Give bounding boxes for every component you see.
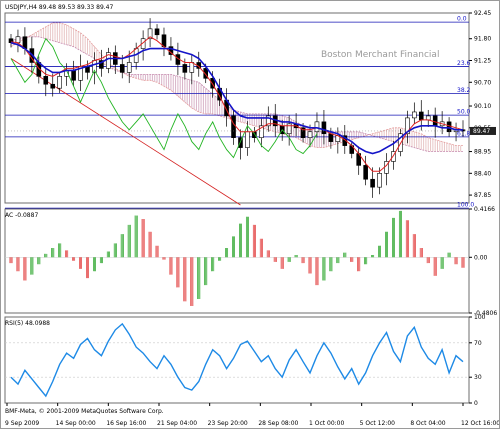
price-y-tick-label: 91.25 <box>474 58 491 65</box>
candle-body <box>314 121 320 133</box>
price-title: USDJPY,H4 89.48 89.53 89.33 89.47 <box>5 4 113 11</box>
x-tick-label: 21 Sep 04:00 <box>157 420 197 427</box>
ac-y-tick-label: 0.00 <box>474 254 488 261</box>
ac-title: AC -0.0887 <box>5 212 38 219</box>
candle-body <box>126 62 132 73</box>
ac-y-tick-label: 0.4166 <box>474 206 495 213</box>
x-tick-label: 5 Oct 12:00 <box>360 420 395 427</box>
x-tick-label: 28 Sep 08:00 <box>258 420 298 427</box>
candle-body <box>432 115 438 127</box>
x-tick-label: 1 Oct 00:00 <box>309 420 344 427</box>
candle-body <box>50 83 56 89</box>
fib-level-label: 61.8 <box>457 130 471 137</box>
price-y-tick-label: 88.40 <box>474 170 491 177</box>
x-tick-label: 9 Sep 2009 <box>5 420 39 427</box>
rsi-title: RSI(5) 48.0988 <box>5 320 50 327</box>
rsi-y-tick-label: 0 <box>474 400 478 407</box>
x-tick-label: 14 Sep 00:00 <box>56 420 96 427</box>
candle-body <box>370 178 375 188</box>
candle-body <box>189 62 195 73</box>
rsi-y-tick-label: 70 <box>474 340 482 347</box>
candle-body <box>307 131 313 138</box>
x-tick-label: 12 Oct 16:00 <box>461 420 499 427</box>
watermark: Boston Merchant Financial <box>321 50 439 60</box>
x-tick-label: 8 Oct 04:00 <box>410 420 445 427</box>
rsi-y-tick-label: 100 <box>474 314 486 321</box>
fib-level-label: 23.6 <box>457 60 471 67</box>
candle-body <box>412 111 417 119</box>
fib-level-label: 0.0 <box>457 16 467 23</box>
candle-body <box>328 133 334 142</box>
candle-body <box>446 121 452 133</box>
price-y-tick-label: 87.85 <box>474 192 491 199</box>
price-y-tick-label: 88.95 <box>474 149 491 156</box>
candle-body <box>182 64 188 73</box>
candle-body <box>15 36 21 43</box>
candle-body <box>71 70 76 81</box>
fib-level-label: 50.0 <box>457 109 471 116</box>
rsi-y-tick-label: 30 <box>474 374 482 381</box>
candle-body <box>231 115 236 138</box>
price-y-tick-label: 90.10 <box>474 103 491 110</box>
x-tick-label: 23 Sep 20:00 <box>208 420 248 427</box>
current-price-label: 89.47 <box>473 128 490 135</box>
candle-body <box>425 115 431 121</box>
candle-body <box>377 173 382 188</box>
chart-container: 92.4591.8091.2590.7090.1089.5588.9588.40… <box>0 0 500 429</box>
fib-level-label: 38.2 <box>457 87 471 94</box>
trading-chart: 92.4591.8091.2590.7090.1089.5588.9588.40… <box>1 1 499 428</box>
price-y-tick-label: 92.45 <box>474 10 491 17</box>
candle-body <box>57 76 62 89</box>
candle-body <box>245 131 250 148</box>
fib-level-label: 100.0 <box>457 202 474 209</box>
candle-body <box>154 28 160 36</box>
candle-body <box>363 165 368 180</box>
x-tick-label: 16 Sep 16:00 <box>106 420 146 427</box>
price-y-tick-label: 90.70 <box>474 79 491 86</box>
candle-body <box>43 76 49 85</box>
price-y-tick-label: 91.80 <box>474 36 491 43</box>
candle-body <box>418 111 424 121</box>
candle-body <box>321 121 327 135</box>
candle-body <box>119 64 125 73</box>
copyright-footer: BMF-Meta, © 2001-2009 MetaQuotes Softwar… <box>5 408 164 415</box>
